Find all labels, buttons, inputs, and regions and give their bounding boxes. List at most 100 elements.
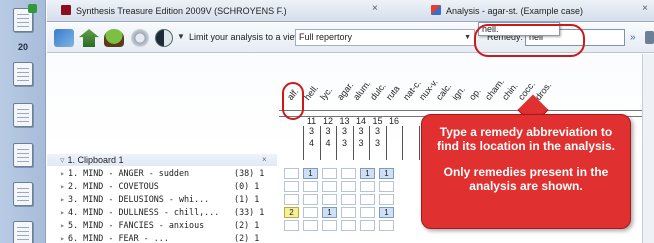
grid-cell[interactable]: 1 xyxy=(379,207,394,218)
column-value: 3 xyxy=(308,126,314,136)
grid-cell[interactable]: 1 xyxy=(322,207,337,218)
rubric-count: (38) 1 xyxy=(234,168,265,178)
grid-cell[interactable] xyxy=(360,194,375,205)
vertical-scrollbar[interactable] xyxy=(642,54,654,243)
grid-cell[interactable] xyxy=(303,220,318,231)
grid-cell[interactable] xyxy=(341,220,356,231)
grid-cell[interactable] xyxy=(303,194,318,205)
expand-icon[interactable]: ▸ xyxy=(60,168,65,178)
grid-cell[interactable] xyxy=(322,194,337,205)
rubric-label: 3. MIND - DELUSIONS - whi... xyxy=(68,194,210,204)
double-chevron-icon[interactable]: » xyxy=(630,32,636,43)
grid-cell[interactable] xyxy=(284,194,299,205)
grid-cell[interactable] xyxy=(341,194,356,205)
column-number: 11 xyxy=(306,116,317,126)
grid-cell[interactable] xyxy=(322,168,337,179)
analysis-settings-icon[interactable] xyxy=(54,29,74,47)
grid-cell[interactable] xyxy=(322,181,337,192)
rubric-label: 2. MIND - COVETOUS xyxy=(68,181,159,191)
dock-count-badge: 20 xyxy=(17,42,28,52)
column-number: 12 xyxy=(322,116,333,126)
tree-icon[interactable] xyxy=(104,29,124,47)
grid-cell[interactable] xyxy=(360,220,375,231)
grid-cell[interactable] xyxy=(284,220,299,231)
rubric-item[interactable]: ▸ 5. MIND - FANCIES - anxious (2) 1 xyxy=(60,219,259,232)
grid-cell[interactable] xyxy=(284,181,299,192)
rubric-count: (0) 1 xyxy=(234,181,260,191)
column-value: 3 xyxy=(341,126,347,136)
grid-cell[interactable] xyxy=(341,207,356,218)
highlight-oval xyxy=(282,82,304,120)
grid-cell[interactable] xyxy=(360,207,375,218)
grid-cell[interactable] xyxy=(303,181,318,192)
clipboard-icon[interactable] xyxy=(13,143,33,167)
tab-analysis[interactable]: Analysis - agar-st. (Example case) xyxy=(431,2,583,22)
column-value: 3 xyxy=(358,126,364,136)
column-value: 3 xyxy=(341,138,347,148)
tab-bar: Synthesis Treasure Edition 2009V (SCHROY… xyxy=(47,0,654,22)
rubric-item[interactable]: ▸ 6. MIND - FEAR - ... (2) 1 xyxy=(60,232,259,243)
column-value: 4 xyxy=(308,138,314,148)
rubric-count: (1) 1 xyxy=(234,194,260,204)
close-icon[interactable]: × xyxy=(262,154,267,166)
column-number: 14 xyxy=(355,116,366,126)
view-select-value: Full repertory xyxy=(299,32,353,42)
clipboard-icon[interactable] xyxy=(13,103,33,127)
column-value: 3 xyxy=(358,138,364,148)
rubric-label: 6. MIND - FEAR - ... xyxy=(68,233,169,243)
side-dock: 20 xyxy=(0,0,46,243)
grid-cell[interactable]: 1 xyxy=(360,168,375,179)
expand-icon[interactable]: ▸ xyxy=(60,220,65,230)
rubric-item[interactable]: ▸ 1. MIND - ANGER - sudden (38) 1 xyxy=(60,167,264,180)
rubric-item[interactable]: ▸ 4. MIND - DULLNESS - chill,... (33) 1 xyxy=(60,206,264,219)
grid-cell[interactable] xyxy=(341,181,356,192)
rubric-count: (33) 1 xyxy=(234,207,265,217)
expand-icon[interactable]: ▸ xyxy=(60,207,65,217)
close-icon[interactable]: × xyxy=(372,3,378,14)
help-callout: Type a remedy abbreviation to find its l… xyxy=(421,114,631,229)
limit-view-label: Limit your analysis to a view: xyxy=(189,32,304,42)
options-icon[interactable] xyxy=(645,31,654,44)
expand-icon[interactable]: ▸ xyxy=(60,194,65,204)
column-separator xyxy=(385,126,387,160)
grid-cell[interactable] xyxy=(379,220,394,231)
grid-cell[interactable] xyxy=(284,168,299,179)
strategy-icon[interactable] xyxy=(131,29,149,47)
column-value: 3 xyxy=(374,126,380,136)
grid-cell[interactable] xyxy=(322,220,337,231)
analysis-icon xyxy=(431,5,441,15)
grid-cell[interactable]: 1 xyxy=(303,168,318,179)
grid-cell[interactable] xyxy=(303,207,318,218)
tab-analysis-label: Analysis - agar-st. (Example case) xyxy=(446,6,584,16)
column-separator xyxy=(418,126,420,160)
clipboard-icon[interactable] xyxy=(13,62,33,86)
clipboard-icon[interactable] xyxy=(13,182,33,206)
close-icon[interactable]: × xyxy=(642,3,648,14)
rubric-label: 5. MIND - FANCIES - anxious xyxy=(68,220,205,230)
clipboard-header[interactable]: ▿ 1. Clipboard 1 × xyxy=(47,154,277,166)
expand-icon[interactable]: ▸ xyxy=(60,181,65,191)
rubric-item[interactable]: ▸ 2. MIND - COVETOUS (0) 1 xyxy=(60,180,259,193)
view-select[interactable]: Full repertory ▼ xyxy=(295,29,475,46)
grid-cell[interactable] xyxy=(360,181,375,192)
tab-repertory[interactable]: Synthesis Treasure Edition 2009V (SCHROY… xyxy=(61,2,287,22)
grid-cell[interactable]: 1 xyxy=(379,168,394,179)
rubric-item[interactable]: ▸ 3. MIND - DELUSIONS - whi... (1) 1 xyxy=(60,193,259,206)
grid-cell[interactable] xyxy=(341,168,356,179)
grid-cell[interactable] xyxy=(379,181,394,192)
chevron-down-icon[interactable]: ▼ xyxy=(177,32,185,41)
expand-icon[interactable]: ▸ xyxy=(60,233,65,243)
chart-icon[interactable] xyxy=(79,29,99,47)
column-value: 4 xyxy=(325,138,331,148)
expand-icon[interactable]: ▿ xyxy=(60,155,65,165)
book-icon xyxy=(61,5,71,15)
clipboard-icon[interactable] xyxy=(13,221,33,243)
grid-cell[interactable]: 2 xyxy=(284,207,299,218)
highlight-oval xyxy=(474,24,585,57)
rubric-count: (2) 1 xyxy=(234,233,260,243)
rubric-label: 4. MIND - DULLNESS - chill,... xyxy=(68,207,220,217)
grid-cell[interactable] xyxy=(379,194,394,205)
clipboard-icon[interactable] xyxy=(13,4,37,32)
rubric-count: (2) 1 xyxy=(234,220,260,230)
contrast-icon[interactable] xyxy=(155,29,173,47)
